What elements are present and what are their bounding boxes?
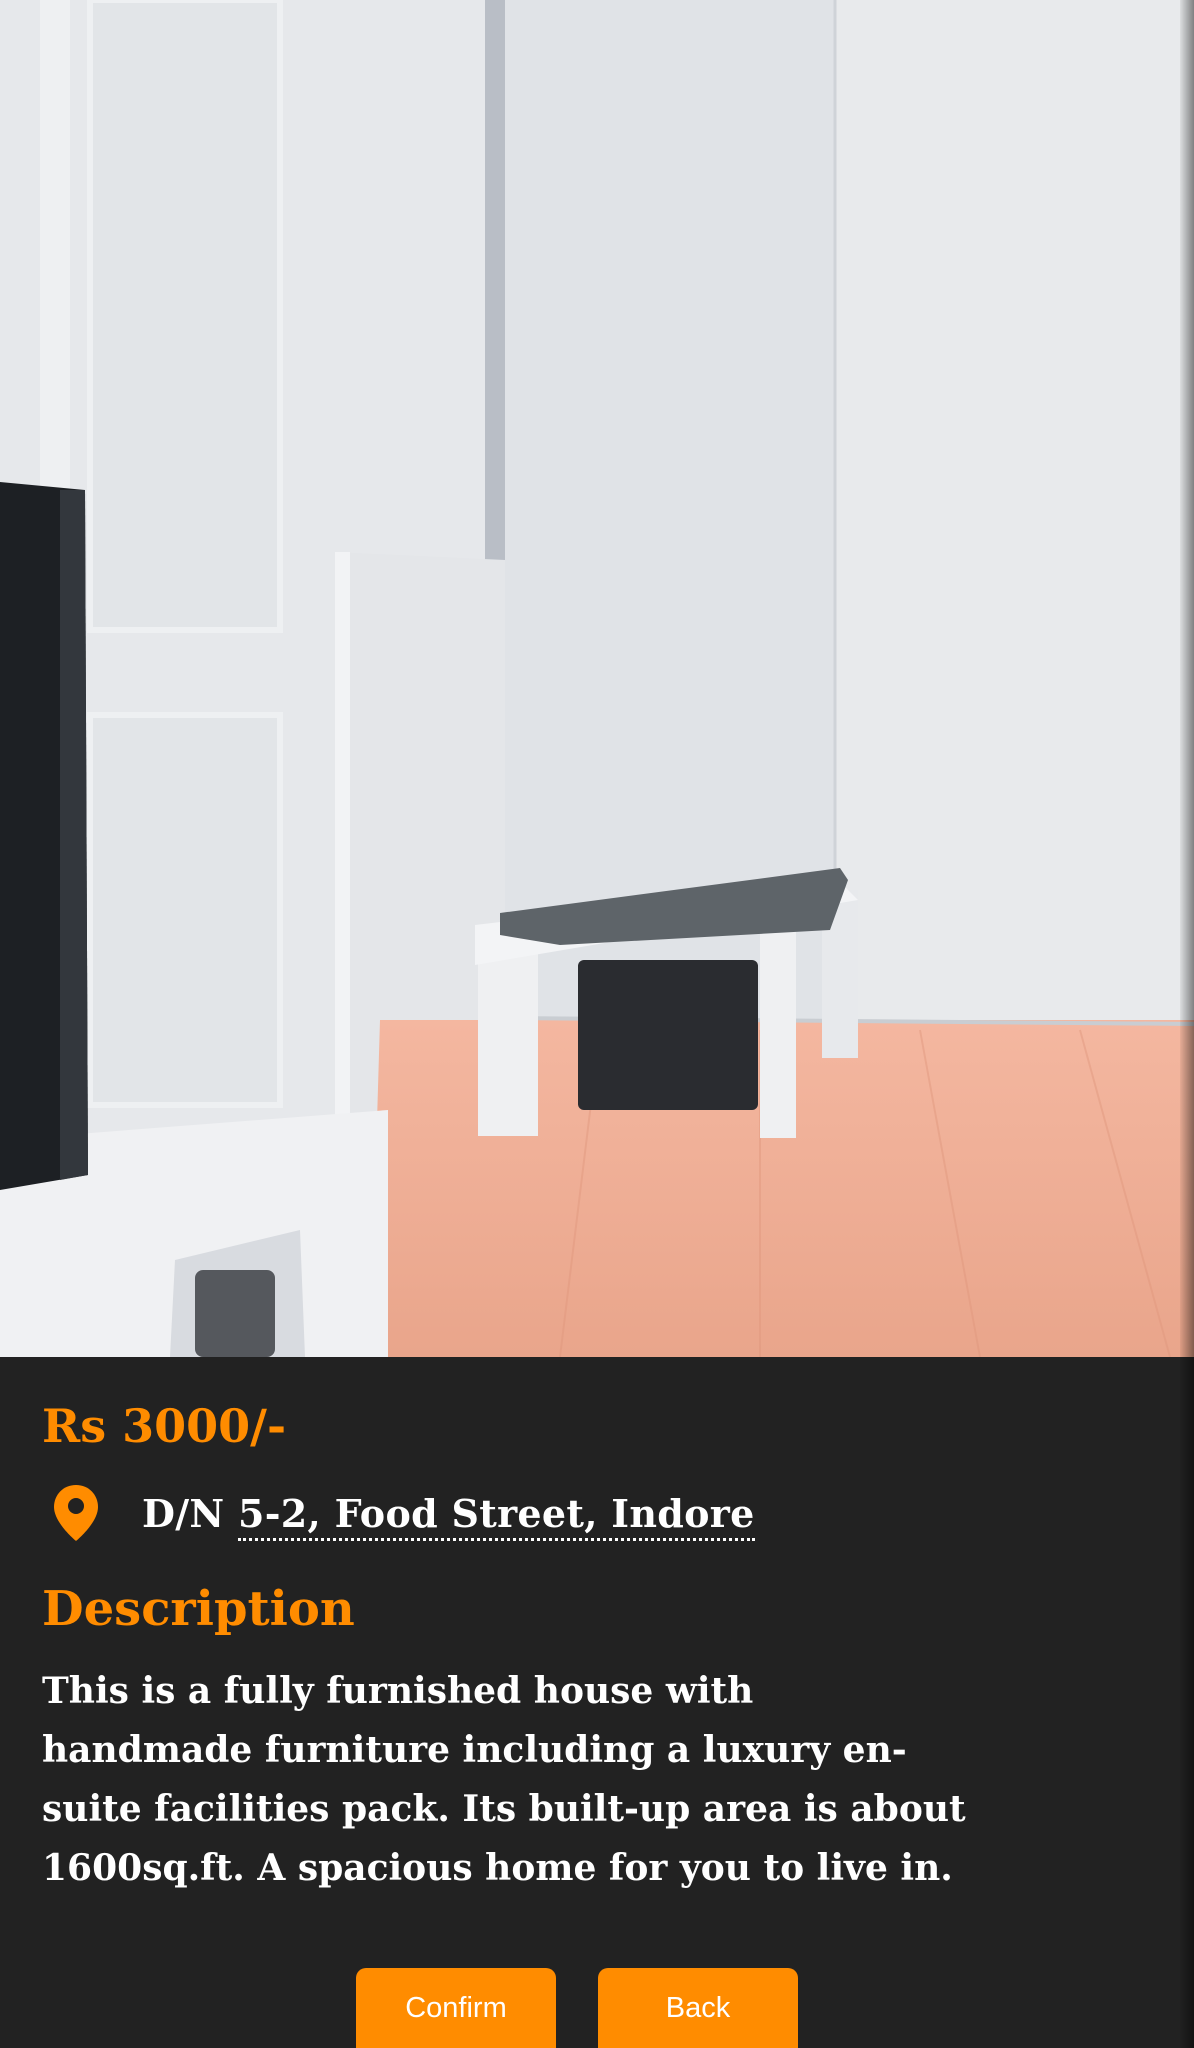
address-prefix: D/N [142,1490,225,1536]
price-label: Rs 3000/- [42,1399,287,1453]
address-text: D/N 5-2, Food Street, Indore [142,1490,755,1541]
listing-details: Rs 3000/- D/N 5-2, Food Street, Indore D… [0,1357,1194,2048]
address-row: D/N 5-2, Food Street, Indore [52,1483,755,1543]
map-pin-icon [52,1483,100,1543]
description-text: This is a fully furnished house with han… [42,1670,966,1889]
property-photo [0,0,1194,1357]
back-button[interactable]: Back [598,1968,798,2048]
description-heading: Description [42,1581,355,1637]
address-link[interactable]: 5-2, Food Street, Indore [238,1490,755,1541]
confirm-button[interactable]: Confirm [356,1968,556,2048]
listing-detail-page: Rs 3000/- D/N 5-2, Food Street, Indore D… [0,0,1194,2048]
action-buttons: Confirm Back [356,1968,798,2048]
